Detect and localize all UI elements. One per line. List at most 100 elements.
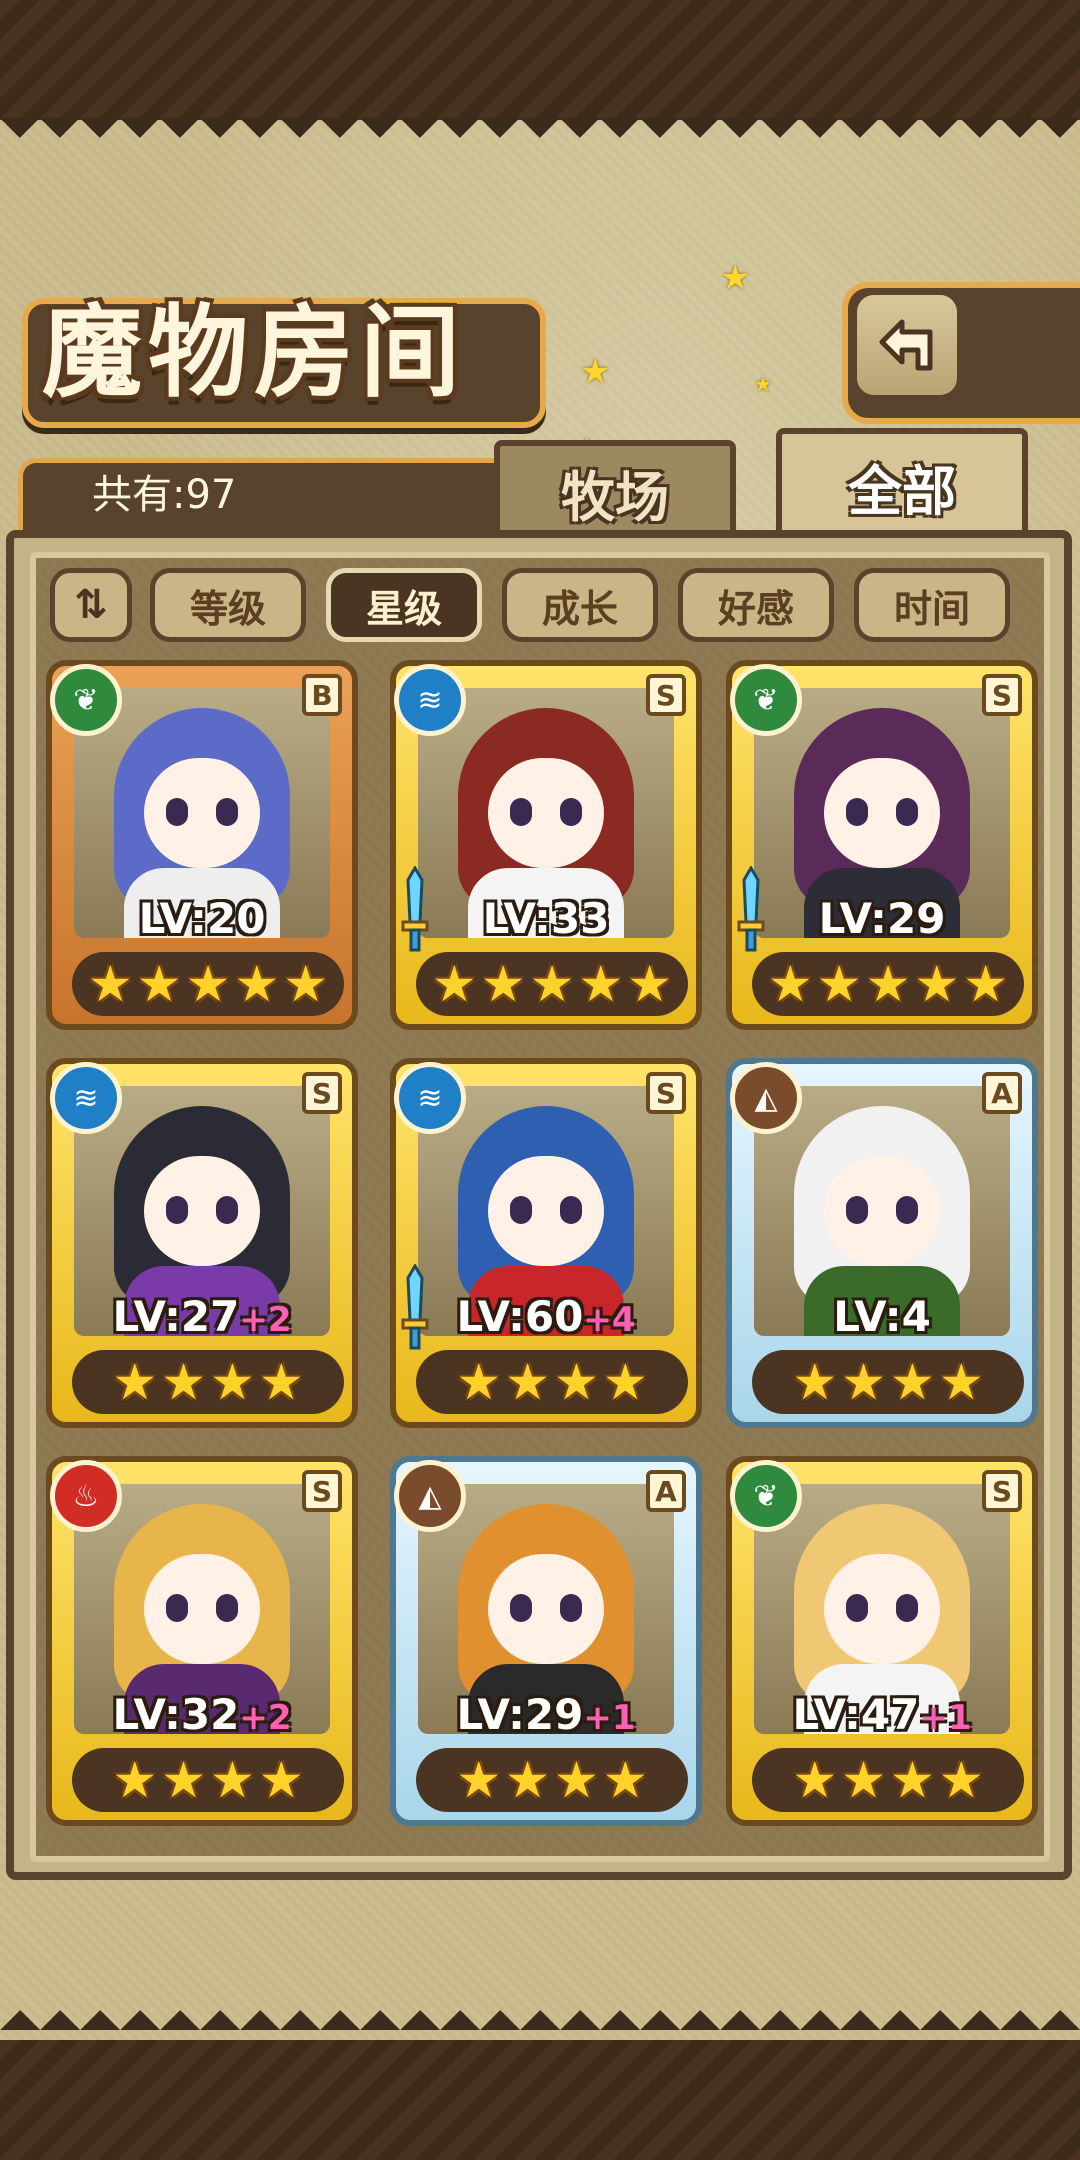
star-icon: ★ [234, 955, 280, 1013]
star-icon: ★ [914, 955, 960, 1013]
tab-ranch[interactable]: 牧场 [494, 440, 736, 538]
star-icon: ★ [480, 955, 526, 1013]
star-rating: ★ ★ ★ ★ [752, 1748, 1024, 1812]
water-element-icon: ≋ [394, 664, 466, 736]
monster-level: LV:29 [732, 894, 1032, 943]
level-text: LV:4 [833, 1292, 931, 1341]
level-bonus: +1 [919, 1698, 972, 1738]
water-element-icon: ≋ [394, 1062, 466, 1134]
level-bonus: +2 [239, 1698, 292, 1738]
star-icon: ★ [841, 1353, 886, 1411]
tab-all[interactable]: 全部 [776, 428, 1028, 538]
star-icon: ★ [505, 1353, 550, 1411]
water-element-icon: ≋ [50, 1062, 122, 1134]
monster-card[interactable]: ≋ S LV:27+2 ★ ★ ★ ★ [46, 1058, 358, 1428]
level-bonus: +1 [583, 1698, 636, 1738]
sparkle-icon: ★ [720, 258, 751, 298]
star-icon: ★ [87, 955, 133, 1013]
monster-level: LV:60+4 [396, 1292, 696, 1341]
back-button[interactable] [852, 290, 962, 400]
monster-count: 共有:97 [92, 472, 237, 518]
star-icon: ★ [792, 1751, 838, 1809]
sort-time-button[interactable]: 时间 [854, 568, 1010, 642]
rank-badge: A [982, 1072, 1022, 1114]
star-icon: ★ [210, 1353, 255, 1411]
star-icon: ★ [865, 955, 911, 1013]
star-icon: ★ [136, 955, 182, 1013]
sort-affection-button[interactable]: 好感 [678, 568, 834, 642]
level-text: LV:27 [112, 1292, 240, 1341]
rank-badge: B [302, 674, 342, 716]
rank-badge: S [302, 1072, 342, 1114]
star-icon: ★ [554, 1751, 599, 1809]
monster-card[interactable]: ♨ S LV:32+2 ★ ★ ★ ★ [46, 1456, 358, 1826]
rank-badge: A [646, 1470, 686, 1512]
level-bonus: +4 [583, 1300, 636, 1340]
level-text: LV:20 [138, 894, 266, 943]
sparkle-icon: ★ [580, 352, 611, 392]
sort-growth-button[interactable]: 成长 [502, 568, 658, 642]
monster-card[interactable]: ❦ S LV:47+1 ★ ★ ★ ★ [726, 1456, 1038, 1826]
zigzag-top [0, 118, 1080, 158]
monster-card[interactable]: ◭ A LV:4 ★ ★ ★ ★ [726, 1058, 1038, 1428]
star-rating: ★ ★ ★ ★ [72, 1748, 344, 1812]
bottom-border [0, 2040, 1080, 2160]
star-icon: ★ [816, 955, 862, 1013]
fire-element-icon: ♨ [50, 1460, 122, 1532]
star-icon: ★ [578, 955, 624, 1013]
monster-level: LV:4 [732, 1292, 1032, 1341]
monster-level: LV:20 [52, 894, 352, 943]
sort-star-button[interactable]: 星级 [326, 568, 482, 642]
star-icon: ★ [431, 955, 477, 1013]
star-rating: ★ ★ ★ ★ [416, 1350, 688, 1414]
monster-card[interactable]: ❦ B LV:20 ★ ★ ★ ★ ★ [46, 660, 358, 1030]
star-icon: ★ [185, 955, 231, 1013]
monster-card[interactable]: ◭ A LV:29+1 ★ ★ ★ ★ [390, 1456, 702, 1826]
sort-time-label: 时间 [893, 585, 970, 631]
star-rating: ★ ★ ★ ★ ★ [752, 952, 1024, 1016]
star-icon: ★ [529, 955, 575, 1013]
star-icon: ★ [890, 1353, 935, 1411]
level-text: LV:47 [792, 1690, 920, 1739]
leaf-element-icon: ❦ [50, 664, 122, 736]
star-rating: ★ ★ ★ ★ [72, 1350, 344, 1414]
star-icon: ★ [161, 1751, 206, 1809]
sort-star-label: 星级 [365, 585, 442, 631]
monster-card[interactable]: ≋ S LV:60+4 ★ ★ ★ ★ [390, 1058, 702, 1428]
star-icon: ★ [258, 1353, 304, 1411]
monster-level: LV:27+2 [52, 1292, 352, 1341]
level-text: LV:32 [112, 1690, 240, 1739]
star-icon: ★ [554, 1353, 599, 1411]
sort-order-toggle[interactable]: ⇅ [50, 568, 132, 642]
monster-level: LV:32+2 [52, 1690, 352, 1739]
star-rating: ★ ★ ★ ★ ★ [416, 952, 688, 1016]
star-icon: ★ [112, 1353, 158, 1411]
earth-element-icon: ◭ [394, 1460, 466, 1532]
star-icon: ★ [841, 1751, 886, 1809]
monster-card[interactable]: ≋ S LV:33 ★ ★ ★ ★ ★ [390, 660, 702, 1030]
rank-badge: S [646, 1072, 686, 1114]
sparkle-icon: ★ [754, 372, 772, 396]
rank-badge: S [982, 674, 1022, 716]
star-icon: ★ [890, 1751, 935, 1809]
sort-affection-label: 好感 [717, 585, 794, 631]
star-rating: ★ ★ ★ ★ [416, 1748, 688, 1812]
monster-card[interactable]: ❦ S LV:29 ★ ★ ★ ★ ★ [726, 660, 1038, 1030]
star-icon: ★ [792, 1353, 838, 1411]
star-icon: ★ [938, 1353, 984, 1411]
sort-level-button[interactable]: 等级 [150, 568, 306, 642]
star-icon: ★ [210, 1751, 255, 1809]
sort-order-icon: ⇅ [74, 582, 108, 628]
star-icon: ★ [258, 1751, 304, 1809]
star-icon: ★ [627, 955, 673, 1013]
page-title: 魔物房间 [42, 293, 466, 411]
star-icon: ★ [602, 1353, 648, 1411]
earth-element-icon: ◭ [730, 1062, 802, 1134]
star-icon: ★ [456, 1353, 502, 1411]
level-text: LV:29 [818, 894, 946, 943]
star-icon: ★ [112, 1751, 158, 1809]
star-icon: ★ [505, 1751, 550, 1809]
star-icon: ★ [283, 955, 329, 1013]
star-icon: ★ [456, 1751, 502, 1809]
rank-badge: S [982, 1470, 1022, 1512]
